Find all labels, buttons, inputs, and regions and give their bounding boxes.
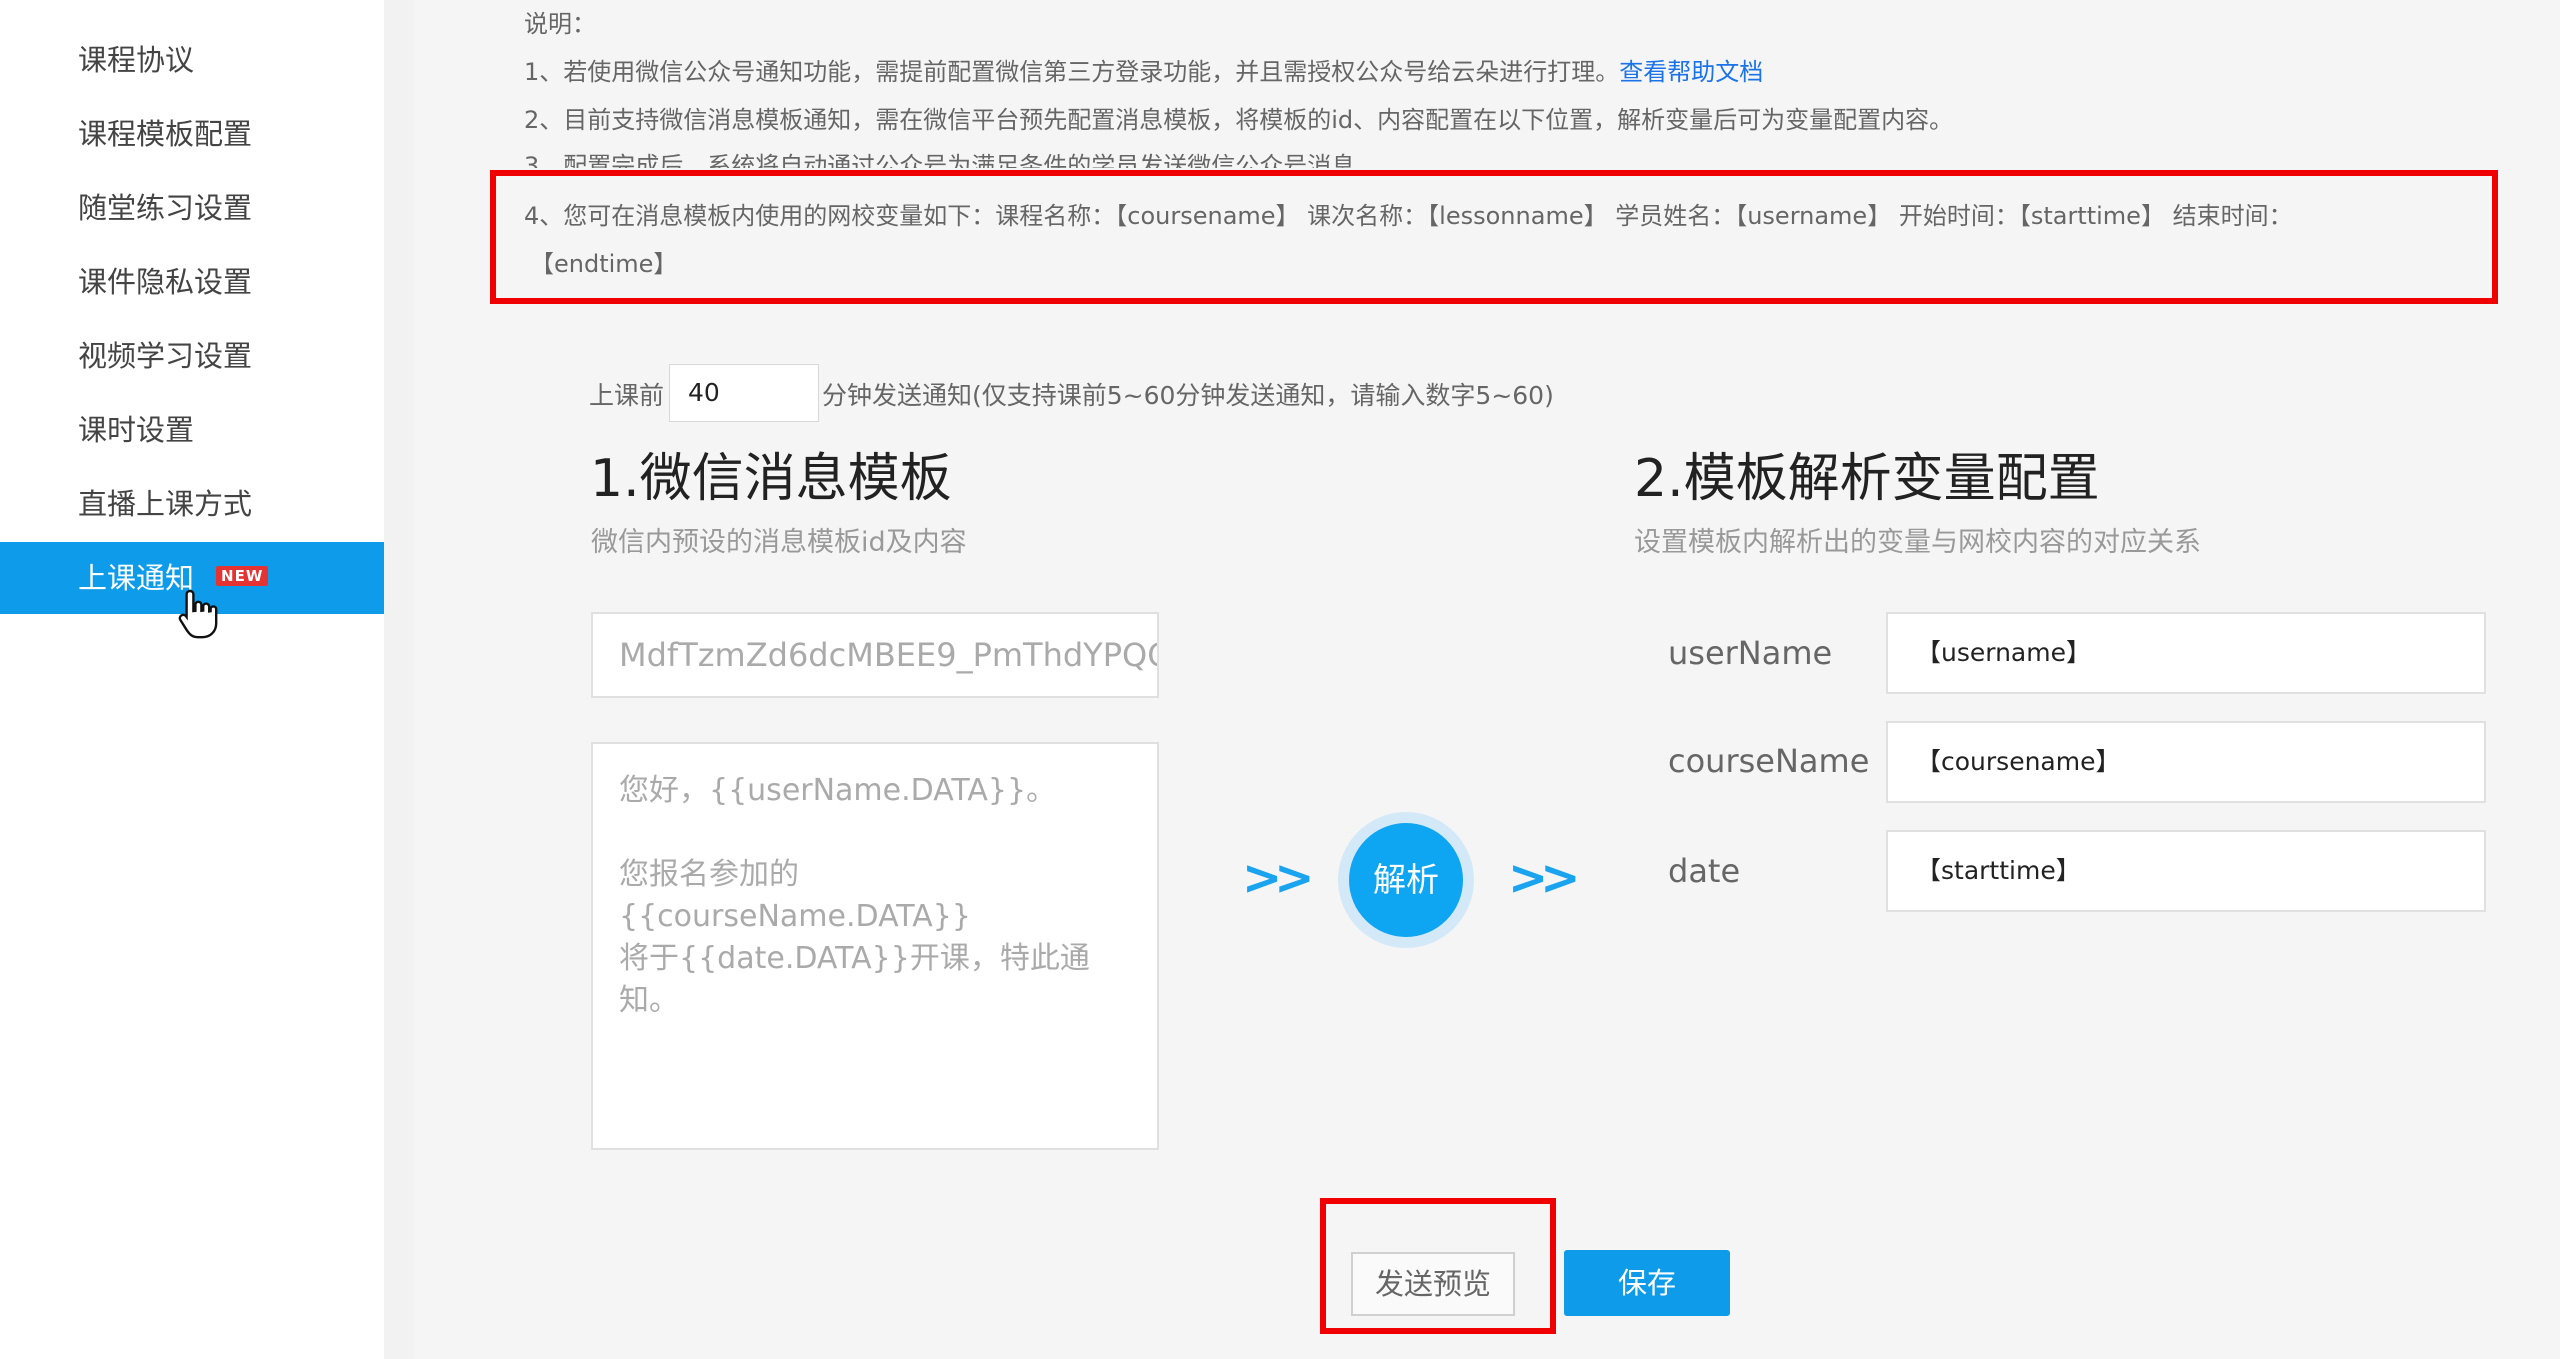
sidebar-item-quiz-settings[interactable]: 随堂练习设置	[0, 172, 384, 244]
help-doc-link[interactable]: 查看帮助文档	[1619, 58, 1763, 86]
template-section-title: 1.微信消息模板	[590, 449, 952, 509]
variable-name-username: userName	[1668, 634, 1833, 672]
sidebar-item-label: 视频学习设置	[78, 339, 253, 373]
sidebar-item-lesson-settings[interactable]: 课时设置	[0, 394, 384, 466]
save-button[interactable]: 保存	[1564, 1250, 1730, 1316]
parse-button[interactable]: 解析	[1349, 823, 1463, 937]
sidebar-item-label: 随堂练习设置	[78, 191, 253, 225]
sidebar-item-live-method[interactable]: 直播上课方式	[0, 468, 384, 540]
notes-heading: 说明：	[524, 10, 596, 38]
template-id-input[interactable]: MdfTzmZd6dcMBEE9_PmThdYPQQB	[591, 612, 1159, 698]
sidebar-item-courseware-privacy[interactable]: 课件隐私设置	[0, 246, 384, 318]
sidebar-item-label: 上课通知	[78, 561, 195, 595]
variable-input-date[interactable]: 【starttime】	[1886, 830, 2486, 912]
template-content-textarea[interactable]: 您好，{{userName.DATA}}。 您报名参加的{{courseName…	[591, 742, 1159, 1150]
variable-section-title: 2.模板解析变量配置	[1634, 449, 2100, 509]
timing-suffix: 分钟发送通知(仅支持课前5~60分钟发送通知，请输入数字5~60)	[822, 381, 1554, 410]
sidebar-item-label: 课时设置	[78, 413, 195, 447]
sidebar-item-video-learning[interactable]: 视频学习设置	[0, 320, 384, 392]
variable-input-coursename[interactable]: 【coursename】	[1886, 721, 2486, 803]
new-badge: NEW	[216, 566, 269, 586]
template-section-subtitle: 微信内预设的消息模板id及内容	[591, 527, 967, 558]
variable-name-coursename: courseName	[1668, 742, 1870, 780]
hand-cursor-icon	[178, 589, 218, 639]
timing-prefix: 上课前	[589, 381, 665, 410]
sidebar-item-label: 课程协议	[78, 43, 195, 77]
sidebar-item-label: 直播上课方式	[78, 487, 253, 521]
arrow-right-icon: >>	[1242, 850, 1314, 906]
arrow-right-icon: >>	[1508, 850, 1580, 906]
sidebar-item-course-template[interactable]: 课程模板配置	[0, 98, 384, 170]
notes-line-1-text: 1、若使用微信公众号通知功能，需提前配置微信第三方登录功能，并且需授权公众号给云…	[524, 58, 1620, 86]
variable-input-username[interactable]: 【username】	[1886, 612, 2486, 694]
notes-line-3: 3、配置完成后，系统将自动通过公众号为满足条件的学员发送微信公众号消息	[524, 152, 1356, 168]
sidebar: 课程协议 课程模板配置 随堂练习设置 课件隐私设置 视频学习设置 课时设置 直播…	[0, 0, 384, 1359]
highlight-box-variables	[490, 170, 2498, 304]
sidebar-item-course-agreement[interactable]: 课程协议	[0, 24, 384, 96]
highlight-box-preview	[1320, 1198, 1556, 1334]
sidebar-item-label: 课件隐私设置	[78, 265, 253, 299]
notes-line-1: 1、若使用微信公众号通知功能，需提前配置微信第三方登录功能，并且需授权公众号给云…	[524, 52, 1763, 87]
notes-line-2: 2、目前支持微信消息模板通知，需在微信平台预先配置消息模板，将模板的id、内容配…	[524, 106, 1954, 134]
variable-section-subtitle: 设置模板内解析出的变量与网校内容的对应关系	[1634, 527, 2201, 558]
sidebar-item-label: 课程模板配置	[78, 117, 253, 151]
minutes-before-input[interactable]: 40	[669, 364, 819, 422]
sidebar-divider	[384, 0, 414, 1359]
variable-name-date: date	[1668, 852, 1741, 890]
